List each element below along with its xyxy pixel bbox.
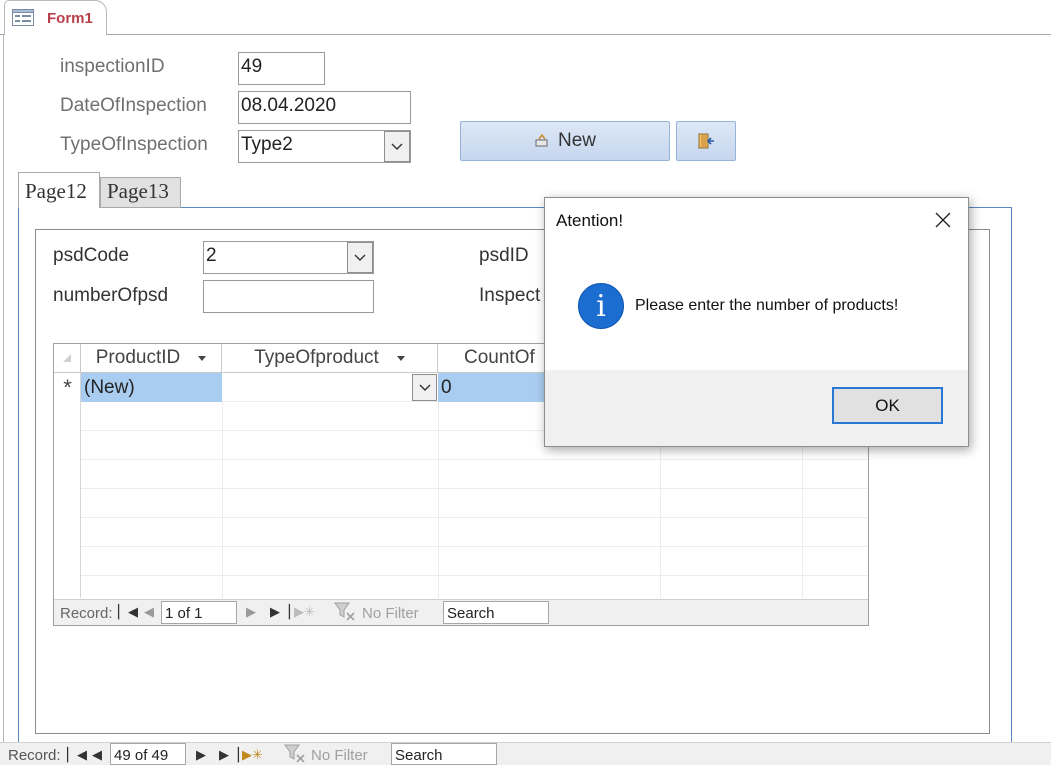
form-icon <box>12 9 34 26</box>
new-record-icon <box>535 134 548 147</box>
grid-line <box>54 546 868 547</box>
previous-record-icon[interactable]: ◀ <box>92 747 102 763</box>
new-blank-record-icon[interactable]: ▶✳ <box>294 604 315 620</box>
document-tab-title: Form1 <box>47 10 93 27</box>
main-search-box[interactable]: Search <box>391 743 497 765</box>
chevron-down-icon <box>419 384 430 391</box>
chevron-down-icon <box>354 254 366 261</box>
select-all-icon <box>63 354 71 362</box>
select-all-corner[interactable] <box>54 344 81 373</box>
tab-page13[interactable]: Page13 <box>100 177 181 208</box>
exit-door-icon <box>698 133 714 149</box>
dialog-message: Please enter the number of products! <box>635 297 899 314</box>
type-of-inspection-label: TypeOfInspection <box>60 134 208 155</box>
psd-code-label: psdCode <box>53 245 130 266</box>
new-button-label: New <box>557 130 596 151</box>
psd-code-dropdown-button[interactable] <box>347 242 373 273</box>
tab-strip-divider <box>106 34 1051 35</box>
record-selector-column <box>54 373 81 598</box>
subform-search-box[interactable]: Search <box>443 601 549 624</box>
cell-typeofproduct-new[interactable] <box>222 373 438 402</box>
main-record-position[interactable]: 49 of 49 <box>110 743 186 765</box>
new-record-button[interactable]: New <box>460 121 670 161</box>
last-record-icon[interactable]: ▶▕ <box>219 747 239 763</box>
grid-line <box>54 575 868 576</box>
column-menu-arrow-icon[interactable] <box>198 355 207 361</box>
inspection-id-field[interactable]: 49 <box>238 52 325 85</box>
psd-code-value: 2 <box>206 245 217 266</box>
column-header-label: TypeOfproduct <box>254 347 379 368</box>
main-record-label: Record: <box>8 747 61 764</box>
ok-button[interactable]: OK <box>832 387 943 424</box>
grid-line <box>438 402 439 598</box>
last-record-icon[interactable]: ▶▕ <box>270 604 290 620</box>
info-icon: i <box>578 283 624 329</box>
date-of-inspection-label: DateOfInspection <box>60 95 207 116</box>
dialog-title: Atention! <box>556 211 624 230</box>
grid-line <box>54 517 868 518</box>
inspect-label: Inspect <box>479 285 541 306</box>
column-header-typeofproduct[interactable]: TypeOfproduct <box>222 344 438 373</box>
filter-icon <box>334 602 355 621</box>
form-left-border <box>3 35 4 745</box>
filter-icon <box>284 744 305 763</box>
typeofproduct-dropdown-button[interactable] <box>412 374 437 401</box>
chevron-down-icon <box>391 143 403 150</box>
first-record-icon[interactable]: ▏◀ <box>67 747 87 763</box>
next-record-icon[interactable]: ▶ <box>196 747 206 763</box>
subform-record-position[interactable]: 1 of 1 <box>161 601 237 624</box>
next-record-icon[interactable]: ▶ <box>246 604 256 620</box>
inspection-id-label: inspectionID <box>60 56 165 77</box>
previous-record-icon[interactable]: ◀ <box>144 604 154 620</box>
column-header-productid[interactable]: ProductID <box>81 344 222 373</box>
column-menu-arrow-icon[interactable] <box>396 355 405 361</box>
grid-line <box>54 459 868 460</box>
column-header-label: ProductID <box>95 347 181 368</box>
grid-line <box>54 488 868 489</box>
type-of-inspection-value: Type2 <box>241 134 293 155</box>
first-record-icon[interactable]: ▏◀ <box>118 604 138 620</box>
number-of-psd-field[interactable] <box>203 280 374 313</box>
grid-line <box>222 402 223 598</box>
column-header-label: CountOf <box>464 347 535 368</box>
number-of-psd-label: numberOfpsd <box>53 285 169 306</box>
close-icon[interactable] <box>930 207 956 233</box>
psd-id-label: psdID <box>479 245 529 266</box>
date-of-inspection-field[interactable]: 08.04.2020 <box>238 91 411 124</box>
new-record-asterisk-icon[interactable]: * <box>54 373 81 402</box>
new-blank-record-icon[interactable]: ▶✳ <box>242 747 263 763</box>
cell-productid-new[interactable]: (New) <box>81 373 222 402</box>
type-of-inspection-dropdown-button[interactable] <box>384 131 410 162</box>
tab-page12[interactable]: Page12 <box>18 172 100 208</box>
subform-no-filter-button[interactable]: No Filter <box>362 605 419 622</box>
main-no-filter-button[interactable]: No Filter <box>311 747 368 764</box>
close-form-button[interactable] <box>676 121 736 161</box>
subform-record-label: Record: <box>60 605 113 622</box>
